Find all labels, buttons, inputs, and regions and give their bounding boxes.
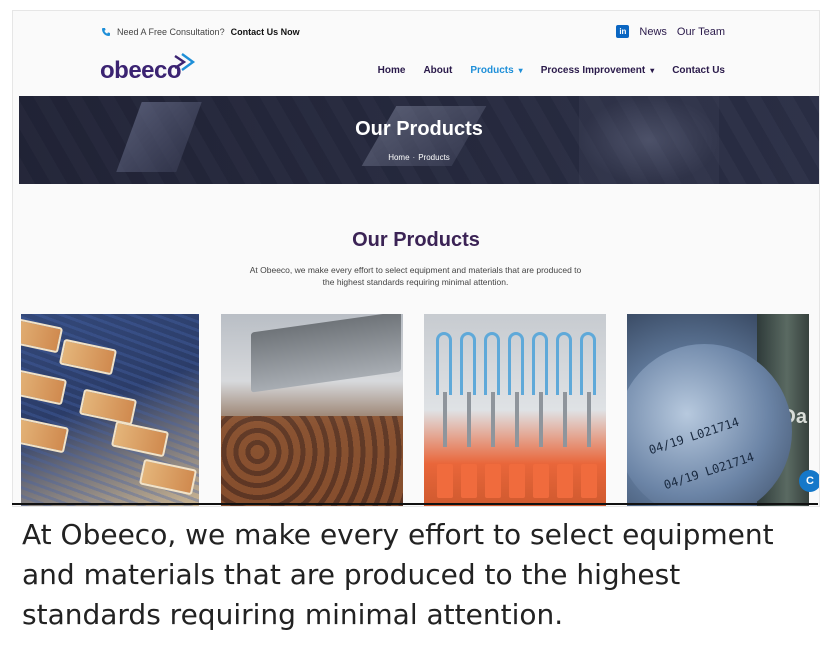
nav-products-label: Products [470,65,514,76]
breadcrumb-products: Products [418,153,450,162]
obeeco-logo[interactable]: obeeco [100,53,196,85]
product-image-packaged-food-conveyor[interactable] [21,314,199,506]
filler-tube [508,332,524,395]
section-description: At Obeeco, we make every effort to selec… [249,265,582,287]
filler-nozzle [563,392,567,447]
main-navigation: obeeco Home About Products ▾ Process Impr… [13,51,819,96]
logo-text: obeeco [100,57,182,84]
nav-home[interactable]: Home [378,65,406,76]
news-link[interactable]: News [639,26,667,38]
orange-container [581,464,597,498]
orange-container [461,464,477,498]
nav-links: Home About Products ▾ Process Improvement… [378,65,725,76]
consultation-notice: Need A Free Consultation? Contact Us Now [101,27,300,37]
chevron-down-icon: ▾ [518,66,523,75]
product-image-grilled-meat-oven[interactable] [221,314,403,506]
top-bar: Need A Free Consultation? Contact Us Now… [13,11,819,51]
nav-products[interactable]: Products ▾ [470,65,522,76]
orange-container [557,464,573,498]
nav-process-improvement[interactable]: Process Improvement ▾ [541,65,655,76]
page-title: Our Products [355,118,483,140]
filler-tube [436,332,452,395]
page-hero-banner: Our Products Home · Products [19,96,819,184]
nav-process-improvement-label: Process Improvement [540,65,646,76]
filler-nozzle [467,392,471,447]
our-team-link[interactable]: Our Team [677,26,725,38]
grill-meat [221,416,403,506]
contact-us-now-link[interactable]: Contact Us Now [231,27,300,37]
oven-hood [251,314,401,393]
filler-nozzle [587,392,591,447]
linkedin-icon[interactable]: in [616,25,630,38]
product-image-can-coding[interactable]: Da 04/19 L021714 04/19 L021714 [627,314,809,506]
top-right-links: in News Our Team [616,25,725,38]
page: Need A Free Consultation? Contact Us Now… [0,0,827,670]
filler-tube [532,332,548,395]
orange-container [485,464,501,498]
breadcrumb-separator: · [412,153,416,162]
breadcrumb: Home · Products [19,153,819,162]
breadcrumb-home[interactable]: Home [388,153,409,162]
orange-container [509,464,525,498]
consultation-text: Need A Free Consultation? [117,27,225,37]
section-heading: Our Products [352,229,480,251]
orange-container [533,464,549,498]
logo-mark-icon [174,53,196,71]
filler-nozzle [515,392,519,447]
chevron-down-icon: ▾ [650,66,655,75]
filler-nozzle [443,392,447,447]
filler-tube [580,332,596,395]
divider [12,503,818,505]
filler-tube [460,332,476,395]
orange-container [437,464,453,498]
filler-nozzle [539,392,543,447]
product-image-filling-machine[interactable] [424,314,606,506]
filler-nozzle [491,392,495,447]
nav-contact-us[interactable]: Contact Us [672,65,725,76]
filler-tube [484,332,500,395]
filler-tube [556,332,572,395]
image-caption: At Obeeco, we make every effort to selec… [22,518,774,631]
product-gallery: Da 04/19 L021714 04/19 L021714 [21,314,819,506]
nav-about[interactable]: About [423,65,452,76]
website-viewport: Need A Free Consultation? Contact Us Now… [12,10,820,507]
chat-icon[interactable]: C [799,470,819,492]
phone-icon [102,28,110,36]
